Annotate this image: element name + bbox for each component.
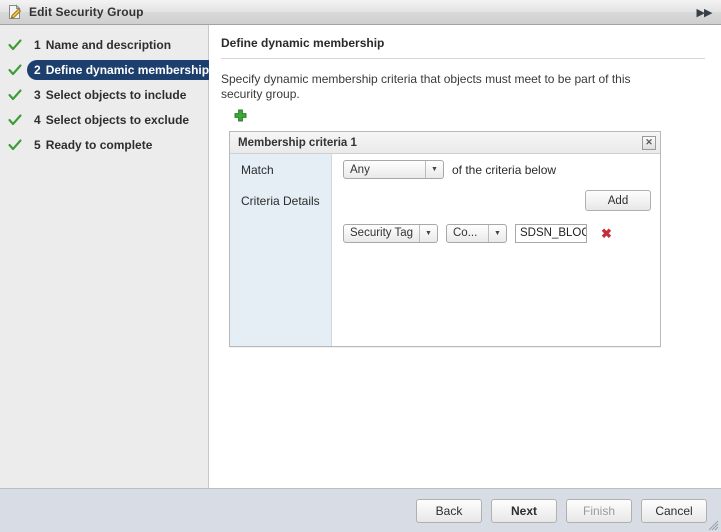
step-pill: 3 Select objects to include	[27, 85, 195, 105]
membership-criteria-panel: Membership criteria 1 ✕ Match Criteria D…	[229, 131, 661, 347]
sidebar-item-name-and-description[interactable]: 1 Name and description	[0, 34, 208, 56]
sidebar-item-select-objects-to-exclude[interactable]: 4 Select objects to exclude	[0, 109, 208, 131]
back-button[interactable]: Back	[416, 498, 482, 523]
match-suffix-text: of the criteria below	[452, 162, 557, 177]
sidebar-item-select-objects-to-include[interactable]: 3 Select objects to include	[0, 84, 208, 106]
step-number: 4	[34, 113, 41, 127]
add-criteria-row	[221, 106, 705, 131]
criteria-rule-row: Security Tag ▼ Co... ▼ SDSN_BLOC ✖	[332, 216, 660, 250]
step-pill: 5 Ready to complete	[27, 135, 161, 155]
step-label: Define dynamic membership	[45, 63, 210, 77]
match-dropdown-value: Any	[350, 163, 370, 176]
cancel-button[interactable]: Cancel	[641, 498, 707, 523]
attribute-dropdown-value: Security Tag	[350, 227, 414, 239]
close-x-icon[interactable]: ✕	[642, 135, 656, 150]
check-icon	[8, 139, 22, 151]
criteria-panel-header: Membership criteria 1 ✕	[230, 132, 660, 154]
dialog-body: 1 Name and description 2 Define dynamic …	[0, 25, 721, 488]
check-icon	[8, 64, 22, 76]
window-title: Edit Security Group	[29, 5, 144, 19]
page-title: Define dynamic membership	[221, 36, 385, 50]
content-pane: Define dynamic membership Specify dynami…	[209, 25, 721, 488]
match-label: Match	[241, 162, 274, 177]
green-plus-icon[interactable]	[233, 109, 248, 124]
resize-grip-icon[interactable]	[707, 519, 719, 531]
add-button[interactable]: Add	[585, 190, 651, 211]
step-pill: 2 Define dynamic membership	[27, 60, 219, 80]
criteria-field-column: Any ▼ of the criteria below Add Security…	[332, 154, 660, 346]
step-number: 2	[34, 63, 41, 77]
sidebar-item-ready-to-complete[interactable]: 5 Ready to complete	[0, 134, 208, 156]
criteria-label-column: Match Criteria Details	[230, 154, 332, 346]
step-label: Ready to complete	[45, 138, 153, 152]
dialog-footer: Back Next Finish Cancel	[0, 488, 721, 532]
titlebar: Edit Security Group ▶▶	[0, 0, 721, 25]
criteria-value-input[interactable]: SDSN_BLOC	[515, 223, 587, 243]
edit-security-group-dialog: Edit Security Group ▶▶ 1 Name and descri…	[0, 0, 721, 532]
chevron-down-icon: ▼	[425, 161, 443, 178]
criteria-panel-title: Membership criteria 1	[238, 136, 357, 149]
operator-dropdown-value: Co...	[453, 227, 478, 239]
operator-dropdown[interactable]: Co... ▼	[446, 223, 507, 243]
edit-document-icon	[9, 4, 22, 19]
next-button[interactable]: Next	[491, 498, 557, 523]
chevron-down-icon: ▼	[419, 224, 437, 242]
step-label: Select objects to exclude	[45, 113, 190, 127]
check-icon	[8, 89, 22, 101]
criteria-details-label: Criteria Details	[241, 193, 320, 208]
step-label: Select objects to include	[45, 88, 187, 102]
double-chevron-right-icon[interactable]: ▶▶	[693, 2, 715, 22]
add-button-row: Add	[332, 185, 660, 216]
sidebar-item-define-dynamic-membership[interactable]: 2 Define dynamic membership	[0, 59, 219, 81]
delete-x-icon[interactable]: ✖	[599, 227, 614, 240]
step-pill: 4 Select objects to exclude	[27, 110, 198, 130]
wizard-step-list: 1 Name and description 2 Define dynamic …	[0, 25, 219, 488]
attribute-dropdown[interactable]: Security Tag ▼	[343, 223, 438, 243]
match-dropdown[interactable]: Any ▼	[343, 160, 444, 179]
step-number: 3	[34, 88, 41, 102]
match-row: Any ▼ of the criteria below	[332, 154, 660, 185]
chevron-down-icon: ▼	[488, 224, 506, 242]
step-number: 1	[34, 38, 41, 52]
step-pill: 1 Name and description	[27, 35, 180, 55]
heading-divider	[221, 58, 705, 59]
criteria-panel-body: Match Criteria Details Any ▼ of the crit…	[230, 154, 660, 346]
step-label: Name and description	[45, 38, 172, 52]
page-description: Specify dynamic membership criteria that…	[221, 72, 631, 101]
finish-button[interactable]: Finish	[566, 498, 632, 523]
check-icon	[8, 39, 22, 51]
step-number: 5	[34, 138, 41, 152]
check-icon	[8, 114, 22, 126]
